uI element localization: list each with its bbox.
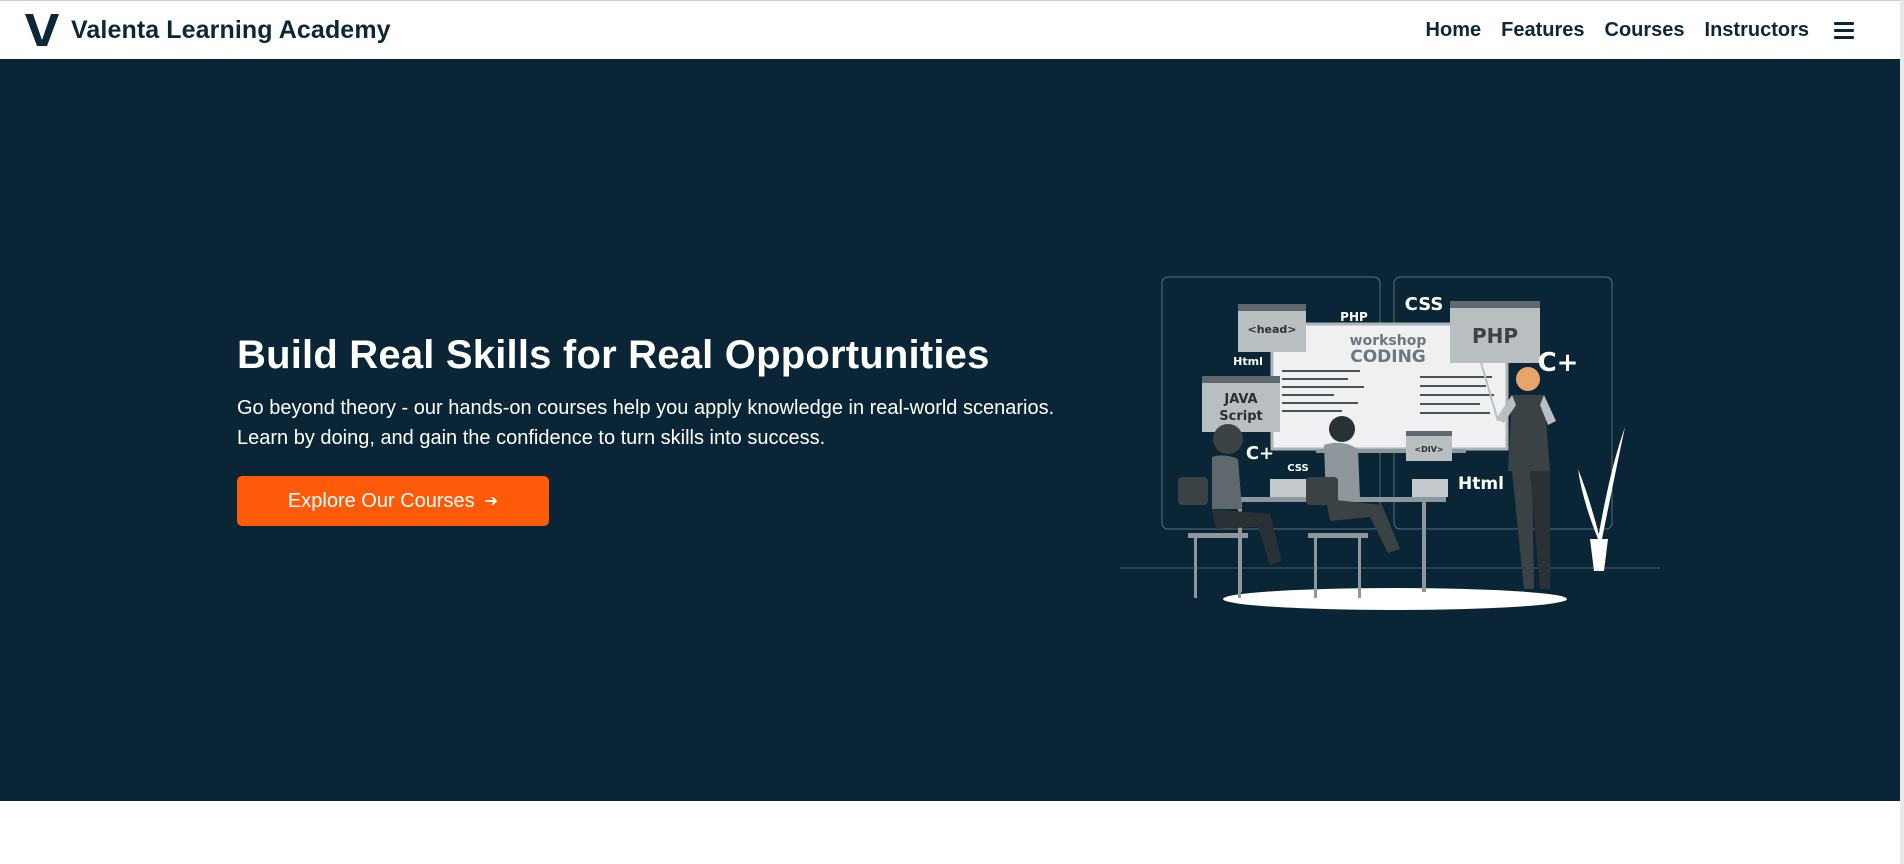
tag-php-small: PHP <box>1340 310 1368 324</box>
tag-script: Script <box>1219 409 1262 424</box>
coding-workshop-illustration: workshop CODING <head> PHP PHP CSS C+ JA… <box>1120 276 1660 610</box>
tag-java: JAVA <box>1223 392 1257 407</box>
page-scrollbar[interactable] <box>1900 0 1904 864</box>
tag-c-plus-right: C+ <box>1538 348 1579 378</box>
tag-css-small: CSS <box>1287 463 1308 474</box>
explore-courses-button[interactable]: Explore Our Courses ➔ <box>237 476 549 526</box>
v-logo-icon <box>25 14 59 46</box>
brand-link[interactable]: Valenta Learning Academy <box>25 14 391 46</box>
tag-css-top: CSS <box>1405 294 1444 315</box>
board-text-coding: CODING <box>1350 347 1426 367</box>
hero-section: Build Real Skills for Real Opportunities… <box>0 59 1900 801</box>
arrow-right-icon: ➔ <box>484 493 499 510</box>
nav-link-home[interactable]: Home <box>1426 19 1482 42</box>
hamburger-menu-icon[interactable] <box>1834 20 1858 40</box>
nav-link-courses[interactable]: Courses <box>1605 19 1685 42</box>
tag-html-small: Html <box>1233 355 1263 368</box>
hero-title: Build Real Skills for Real Opportunities <box>237 333 990 377</box>
tag-html-big: Html <box>1458 474 1504 494</box>
nav-link-features[interactable]: Features <box>1501 19 1584 42</box>
brand-name: Valenta Learning Academy <box>71 15 391 44</box>
main-navigation: Home Features Courses Instructors <box>1426 1 1858 59</box>
nav-link-instructors[interactable]: Instructors <box>1705 19 1809 42</box>
tag-div: <DIV> <box>1414 445 1443 454</box>
tag-head: <head> <box>1247 323 1296 336</box>
tag-php-big: PHP <box>1472 324 1518 348</box>
navbar: Valenta Learning Academy Home Features C… <box>0 1 1900 59</box>
explore-courses-label: Explore Our Courses <box>287 489 475 512</box>
tag-c-plus-left: C+ <box>1246 443 1274 464</box>
hero-description: Go beyond theory - our hands-on courses … <box>237 397 1055 449</box>
